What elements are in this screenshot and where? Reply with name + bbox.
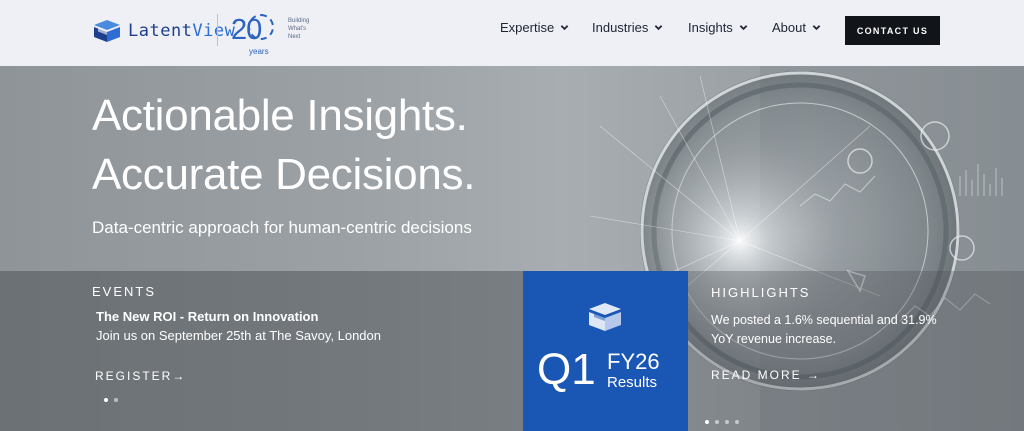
hero-headline: Actionable Insights. Accurate Decisions. xyxy=(92,86,475,204)
tagline: Building What's Next xyxy=(288,17,309,41)
event-description: Join us on September 25th at The Savoy, … xyxy=(96,328,381,343)
events-heading: EVENTS xyxy=(92,284,157,299)
logo-word-b: View xyxy=(192,21,236,41)
nav-label: Insights xyxy=(688,20,733,35)
highlights-text: We posted a 1.6% sequential and 31.9% Yo… xyxy=(711,313,937,346)
logo[interactable]: LatentView xyxy=(92,19,235,43)
logo-wordmark: LatentView xyxy=(128,21,235,41)
nav-item-insights[interactable]: Insights xyxy=(688,20,748,35)
carousel-dot[interactable] xyxy=(104,398,108,402)
tagline-line: What's xyxy=(288,26,307,32)
hero-headline-line-2: Accurate Decisions. xyxy=(92,150,476,199)
carousel-dot[interactable] xyxy=(725,420,729,424)
read-more-link[interactable]: READ MORE → xyxy=(711,368,821,382)
highlights-heading: HIGHLIGHTS xyxy=(711,285,811,300)
nav-label: Expertise xyxy=(500,20,555,35)
nav-item-about[interactable]: About xyxy=(772,20,821,35)
q1-label: Q1 xyxy=(537,345,596,394)
anniversary-ring-icon xyxy=(248,14,274,40)
carousel-dot[interactable] xyxy=(114,398,118,402)
hero-subheading: Data-centric approach for human-centric … xyxy=(92,218,472,237)
site-header: LatentView 20 years Building What's Next… xyxy=(0,0,1024,66)
q1-results-card[interactable]: Q1 FY26 Results xyxy=(523,271,688,431)
highlights-panel: HIGHLIGHTS We posted a 1.6% sequential a… xyxy=(688,271,1024,431)
highlights-carousel-dots xyxy=(705,420,739,424)
contact-us-button[interactable]: CONTACT US xyxy=(845,16,940,45)
event-title: The New ROI - Return on Innovation xyxy=(96,309,319,324)
anniversary-badge: 20 years xyxy=(231,10,283,58)
logo-divider xyxy=(217,14,218,46)
nav-item-industries[interactable]: Industries xyxy=(592,20,663,35)
anniversary-years: years xyxy=(249,47,269,56)
carousel-dot[interactable] xyxy=(715,420,719,424)
events-panel: EVENTS The New ROI - Return on Innovatio… xyxy=(0,271,523,431)
fiscal-year-label: FY26 xyxy=(607,349,660,374)
carousel-dot[interactable] xyxy=(735,420,739,424)
chevron-down-icon xyxy=(812,25,821,31)
carousel-dot[interactable] xyxy=(705,420,709,424)
nav-label: About xyxy=(772,20,806,35)
hero-headline-line-1: Actionable Insights. xyxy=(92,91,468,140)
register-link[interactable]: REGISTER→ xyxy=(95,369,186,383)
chevron-down-icon xyxy=(655,25,663,31)
nav-item-expertise[interactable]: Expertise xyxy=(500,20,569,35)
logo-cube-icon xyxy=(94,20,120,42)
tagline-line: Next xyxy=(288,34,301,40)
tagline-line: Building xyxy=(288,18,310,24)
chevron-down-icon xyxy=(739,25,748,31)
nav-label: Industries xyxy=(592,20,649,35)
results-label: Results xyxy=(607,374,658,391)
logo-word-a: Latent xyxy=(128,21,193,41)
events-carousel-dots xyxy=(104,398,118,402)
hero-banner: Actionable Insights. Accurate Decisions.… xyxy=(0,66,1024,431)
cube-icon xyxy=(589,303,621,331)
chevron-down-icon xyxy=(560,25,569,31)
